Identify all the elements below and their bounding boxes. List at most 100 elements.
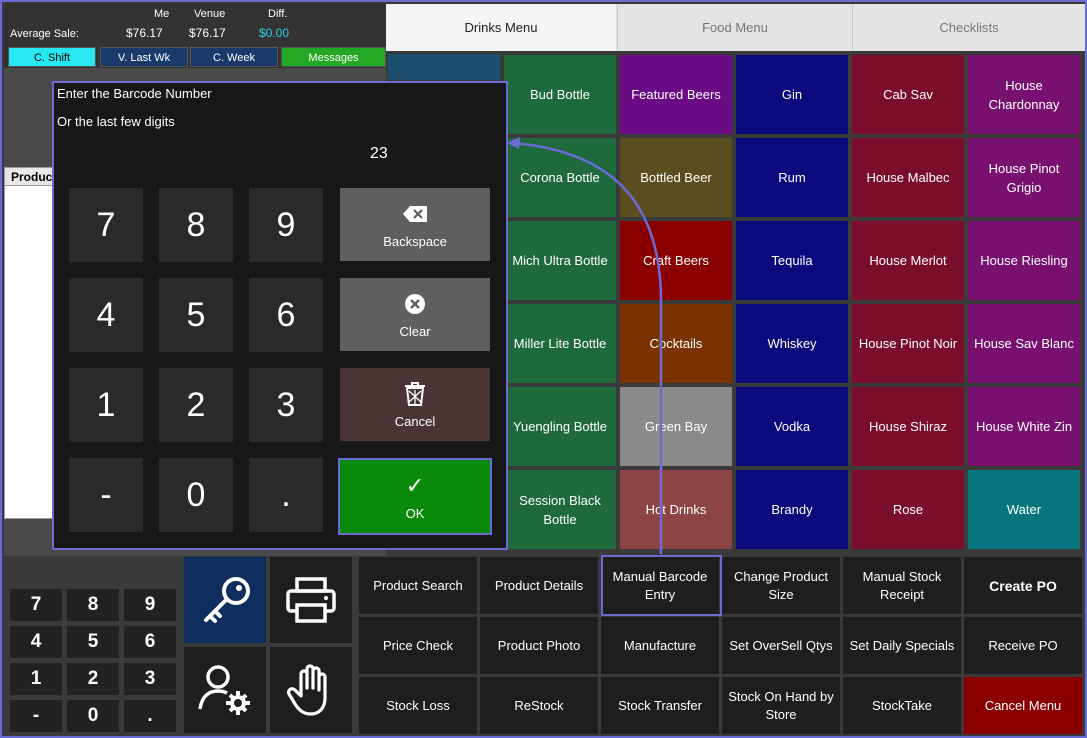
barcode-key-8[interactable]: 8 — [159, 188, 233, 262]
qty-key-6[interactable]: 6 — [124, 626, 176, 658]
price-check-button[interactable]: Price Check — [359, 617, 477, 674]
qty-key-5[interactable]: 5 — [67, 626, 119, 658]
menu-item-hot-drinks[interactable]: Hot Drinks — [620, 470, 732, 549]
qty-key-0[interactable]: 0 — [67, 700, 119, 732]
qty-key-3[interactable]: 3 — [124, 663, 176, 695]
menu-item-rum[interactable]: Rum — [736, 138, 848, 217]
user-settings-icon — [198, 665, 250, 715]
barcode-key-9[interactable]: 9 — [249, 188, 323, 262]
product-details-button[interactable]: Product Details — [480, 557, 598, 614]
qty-key-4[interactable]: 4 — [10, 626, 62, 658]
menu-item-house-shiraz[interactable]: House Shiraz — [852, 387, 964, 466]
qty-key-1[interactable]: 1 — [10, 663, 62, 695]
menu-item-water[interactable]: Water — [968, 470, 1080, 549]
menu-item-yuengling-bottle[interactable]: Yuengling Bottle — [504, 387, 616, 466]
create-po-button[interactable]: Create PO — [964, 557, 1082, 614]
stock-loss-button[interactable]: Stock Loss — [359, 677, 477, 734]
stocktake-button[interactable]: StockTake — [843, 677, 961, 734]
barcode-entry-value[interactable]: 23 — [370, 145, 388, 163]
tab-drinks-menu[interactable]: Drinks Menu — [386, 4, 616, 51]
set-oversell-qtys-button[interactable]: Set OverSell Qtys — [722, 617, 840, 674]
venue-last-week-button[interactable]: V. Last Wk — [100, 47, 188, 67]
menu-item-vodka[interactable]: Vodka — [736, 387, 848, 466]
menu-item-rose[interactable]: Rose — [852, 470, 964, 549]
menu-item-mich-ultra-bottle[interactable]: Mich Ultra Bottle — [504, 221, 616, 300]
menu-item-house-malbec[interactable]: House Malbec — [852, 138, 964, 217]
qty-key-minus[interactable]: - — [10, 700, 62, 732]
menu-item-house-merlot[interactable]: House Merlot — [852, 221, 964, 300]
product-photo-button[interactable]: Product Photo — [480, 617, 598, 674]
checkmark-icon: ✓ — [405, 473, 425, 498]
barcode-key-1[interactable]: 1 — [69, 368, 143, 442]
menu-item-craft-beers[interactable]: Craft Beers — [620, 221, 732, 300]
key-icon — [204, 577, 250, 623]
messages-button[interactable]: Messages — [281, 47, 386, 67]
restock-button[interactable]: ReStock — [480, 677, 598, 734]
receive-po-button[interactable]: Receive PO — [964, 617, 1082, 674]
barcode-key-7[interactable]: 7 — [69, 188, 143, 262]
menu-item-cab-sav[interactable]: Cab Sav — [852, 55, 964, 134]
barcode-key-3[interactable]: 3 — [249, 368, 323, 442]
user-settings-button[interactable] — [184, 647, 266, 733]
manual-barcode-entry-highlight — [601, 555, 722, 616]
average-sale-label: Average Sale: — [10, 28, 79, 40]
pos-screen: Me Venue Diff. Average Sale: $76.17 $76.… — [0, 0, 1087, 738]
menu-item-corona-bottle[interactable]: Corona Bottle — [504, 138, 616, 217]
product-search-button[interactable]: Product Search — [359, 557, 477, 614]
barcode-key-dot[interactable]: . — [249, 458, 323, 532]
qty-key-9[interactable]: 9 — [124, 589, 176, 621]
tab-checklists[interactable]: Checklists — [852, 4, 1085, 51]
change-product-size-button[interactable]: Change Product Size — [722, 557, 840, 614]
menu-item-whiskey[interactable]: Whiskey — [736, 304, 848, 383]
barcode-key-6[interactable]: 6 — [249, 278, 323, 352]
menu-category-tile[interactable] — [388, 54, 500, 80]
stock-transfer-button[interactable]: Stock Transfer — [601, 677, 719, 734]
tab-food-menu[interactable]: Food Menu — [617, 4, 852, 51]
barcode-key-5[interactable]: 5 — [159, 278, 233, 352]
cancel-button[interactable]: Cancel — [340, 368, 490, 441]
trash-icon — [404, 380, 426, 408]
col-venue-label: Venue — [194, 8, 226, 20]
menu-item-miller-lite-bottle[interactable]: Miller Lite Bottle — [504, 304, 616, 383]
menu-item-featured-beers[interactable]: Featured Beers — [620, 55, 732, 134]
menu-item-bud-bottle[interactable]: Bud Bottle — [504, 55, 616, 134]
manufacture-button[interactable]: Manufacture — [601, 617, 719, 674]
barcode-key-4[interactable]: 4 — [69, 278, 143, 352]
menu-item-bottled-beer[interactable]: Bottled Beer — [620, 138, 732, 217]
current-week-button[interactable]: C. Week — [190, 47, 278, 67]
menu-item-brandy[interactable]: Brandy — [736, 470, 848, 549]
menu-item-house-white-zin[interactable]: House White Zin — [968, 387, 1080, 466]
clear-label: Clear — [399, 324, 431, 339]
ok-button[interactable]: ✓ OK — [338, 458, 492, 535]
clear-button[interactable]: Clear — [340, 278, 490, 351]
menu-item-cocktails[interactable]: Cocktails — [620, 304, 732, 383]
barcode-key-minus[interactable]: - — [69, 458, 143, 532]
menu-item-house-chardonnay[interactable]: House Chardonnay — [968, 55, 1080, 134]
stop-button[interactable] — [270, 647, 352, 733]
current-shift-button[interactable]: C. Shift — [8, 47, 96, 67]
qty-key-dot[interactable]: . — [124, 700, 176, 732]
menu-item-tequila[interactable]: Tequila — [736, 221, 848, 300]
barcode-prompt-sub: Or the last few digits — [57, 114, 175, 129]
cancel-menu-button[interactable]: Cancel Menu — [964, 677, 1082, 734]
menu-item-house-riesling[interactable]: House Riesling — [968, 221, 1080, 300]
menu-item-session-black-bottle[interactable]: Session Black Bottle — [504, 470, 616, 549]
set-daily-specials-button[interactable]: Set Daily Specials — [843, 617, 961, 674]
qty-key-8[interactable]: 8 — [67, 589, 119, 621]
menu-item-house-pinot-grigio[interactable]: House Pinot Grigio — [968, 138, 1080, 217]
barcode-key-0[interactable]: 0 — [159, 458, 233, 532]
print-button[interactable] — [270, 557, 352, 643]
cancel-label: Cancel — [394, 414, 436, 429]
qty-key-7[interactable]: 7 — [10, 589, 62, 621]
menu-item-green-bay[interactable]: Green Bay — [620, 387, 732, 466]
stock-on-hand-by-store-button[interactable]: Stock On Hand by Store — [722, 677, 840, 734]
menu-item-house-pinot-noir[interactable]: House Pinot Noir — [852, 304, 964, 383]
menu-item-gin[interactable]: Gin — [736, 55, 848, 134]
col-me-label: Me — [154, 8, 170, 20]
menu-item-house-sav-blanc[interactable]: House Sav Blanc — [968, 304, 1080, 383]
qty-key-2[interactable]: 2 — [67, 663, 119, 695]
barcode-key-2[interactable]: 2 — [159, 368, 233, 442]
manual-stock-receipt-button[interactable]: Manual Stock Receipt — [843, 557, 961, 614]
backspace-button[interactable]: Backspace — [340, 188, 490, 261]
login-key-button[interactable] — [184, 557, 266, 643]
